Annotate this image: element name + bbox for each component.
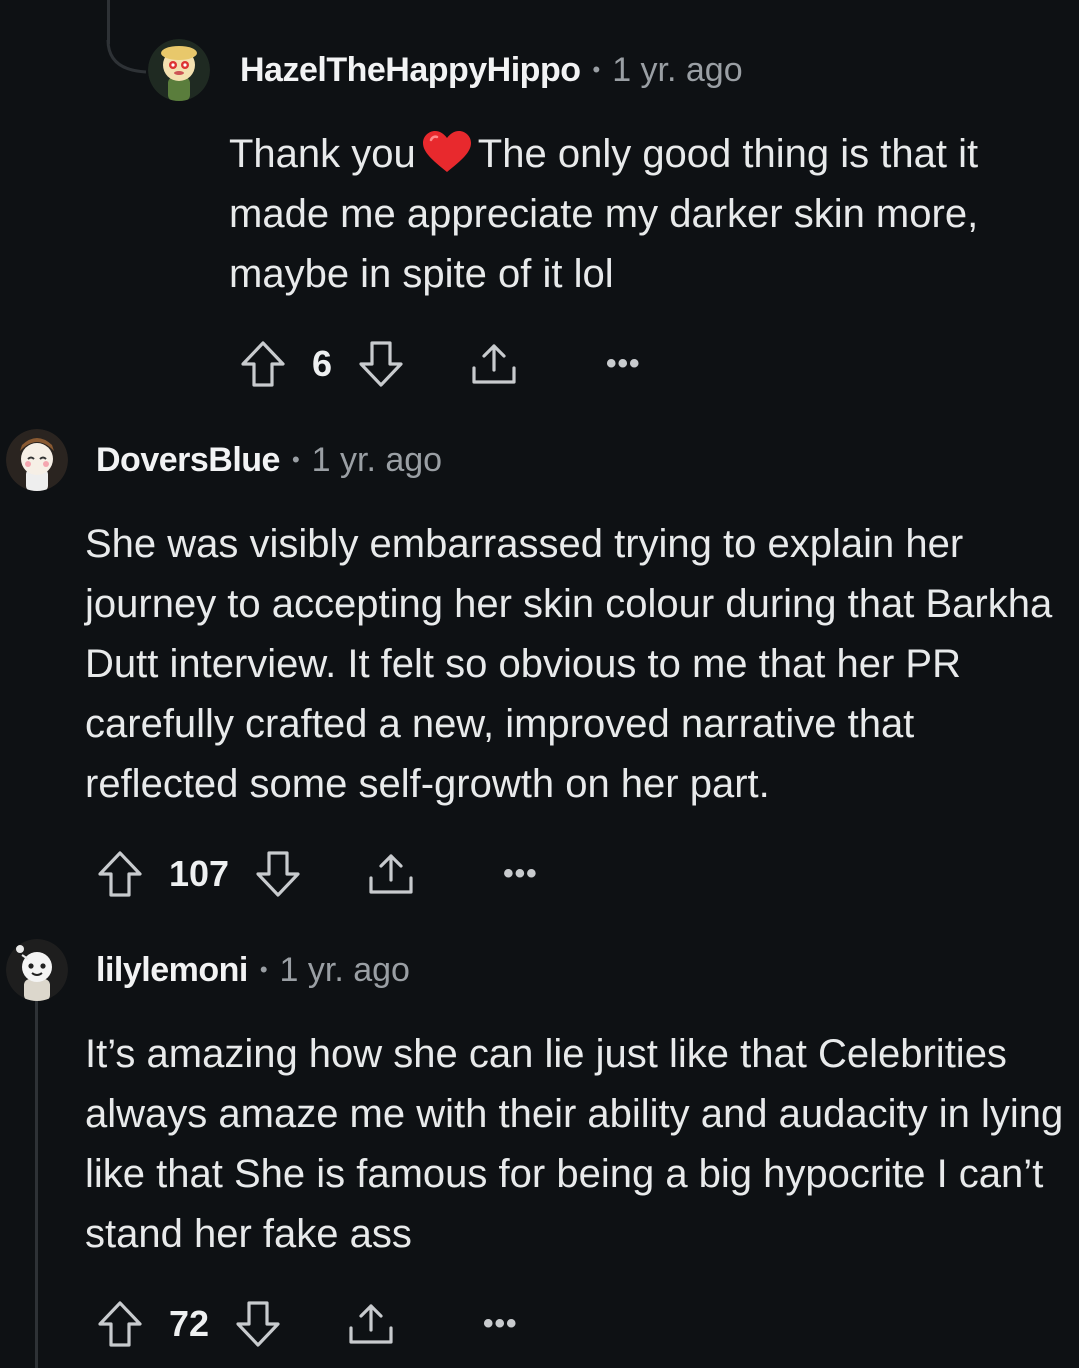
separator-dot: • bbox=[259, 957, 268, 982]
downvote-arrow-icon[interactable] bbox=[358, 340, 404, 388]
comment-actions: 107 ••• bbox=[97, 844, 538, 904]
more-options-icon[interactable]: ••• bbox=[606, 347, 641, 381]
timestamp: 1 yr. ago bbox=[279, 950, 410, 989]
comment-header: HazelTheHappyHippo • 1 yr. ago bbox=[148, 39, 743, 101]
avatar[interactable] bbox=[148, 39, 210, 101]
avatar[interactable] bbox=[6, 429, 68, 491]
upvote-arrow-icon[interactable] bbox=[97, 850, 143, 898]
comment-header: lilylemoni • 1 yr. ago bbox=[6, 939, 410, 1001]
separator-dot: • bbox=[592, 57, 601, 82]
comment-actions: 6 ••• bbox=[240, 334, 641, 394]
downvote-arrow-icon[interactable] bbox=[255, 850, 301, 898]
more-options-icon[interactable]: ••• bbox=[503, 857, 538, 891]
thread-curve bbox=[106, 40, 147, 74]
red-heart-emoji-icon bbox=[422, 130, 472, 172]
upvote-arrow-icon[interactable] bbox=[240, 340, 286, 388]
separator-dot: • bbox=[291, 447, 300, 472]
avatar[interactable] bbox=[6, 939, 68, 1001]
author-name[interactable]: HazelTheHappyHippo bbox=[240, 51, 581, 90]
author-name[interactable]: DoversBlue bbox=[96, 441, 280, 480]
comment-actions: 72 ••• bbox=[97, 1294, 518, 1354]
vote-score: 107 bbox=[169, 853, 230, 894]
thread-line-lilylemoni[interactable] bbox=[35, 1000, 38, 1368]
share-icon[interactable] bbox=[347, 1300, 395, 1348]
author-name[interactable]: lilylemoni bbox=[96, 951, 248, 990]
more-options-icon[interactable]: ••• bbox=[483, 1307, 518, 1341]
comment-text-start: Thank you bbox=[229, 132, 416, 176]
timestamp: 1 yr. ago bbox=[612, 50, 743, 89]
vote-score: 6 bbox=[312, 343, 333, 384]
comment-body: It’s amazing how she can lie just like t… bbox=[85, 1032, 1064, 1256]
downvote-arrow-icon[interactable] bbox=[235, 1300, 281, 1348]
share-icon[interactable] bbox=[470, 340, 518, 388]
thread-connector bbox=[107, 0, 110, 44]
upvote-arrow-icon[interactable] bbox=[97, 1300, 143, 1348]
share-icon[interactable] bbox=[367, 850, 415, 898]
vote-score: 72 bbox=[169, 1303, 210, 1344]
comment-header: DoversBlue • 1 yr. ago bbox=[6, 429, 443, 491]
timestamp: 1 yr. ago bbox=[311, 440, 443, 479]
comment-body: She was visibly embarrassed trying to ex… bbox=[85, 522, 1053, 806]
comment-body: Thank you The only good thing is that it … bbox=[229, 124, 1059, 304]
